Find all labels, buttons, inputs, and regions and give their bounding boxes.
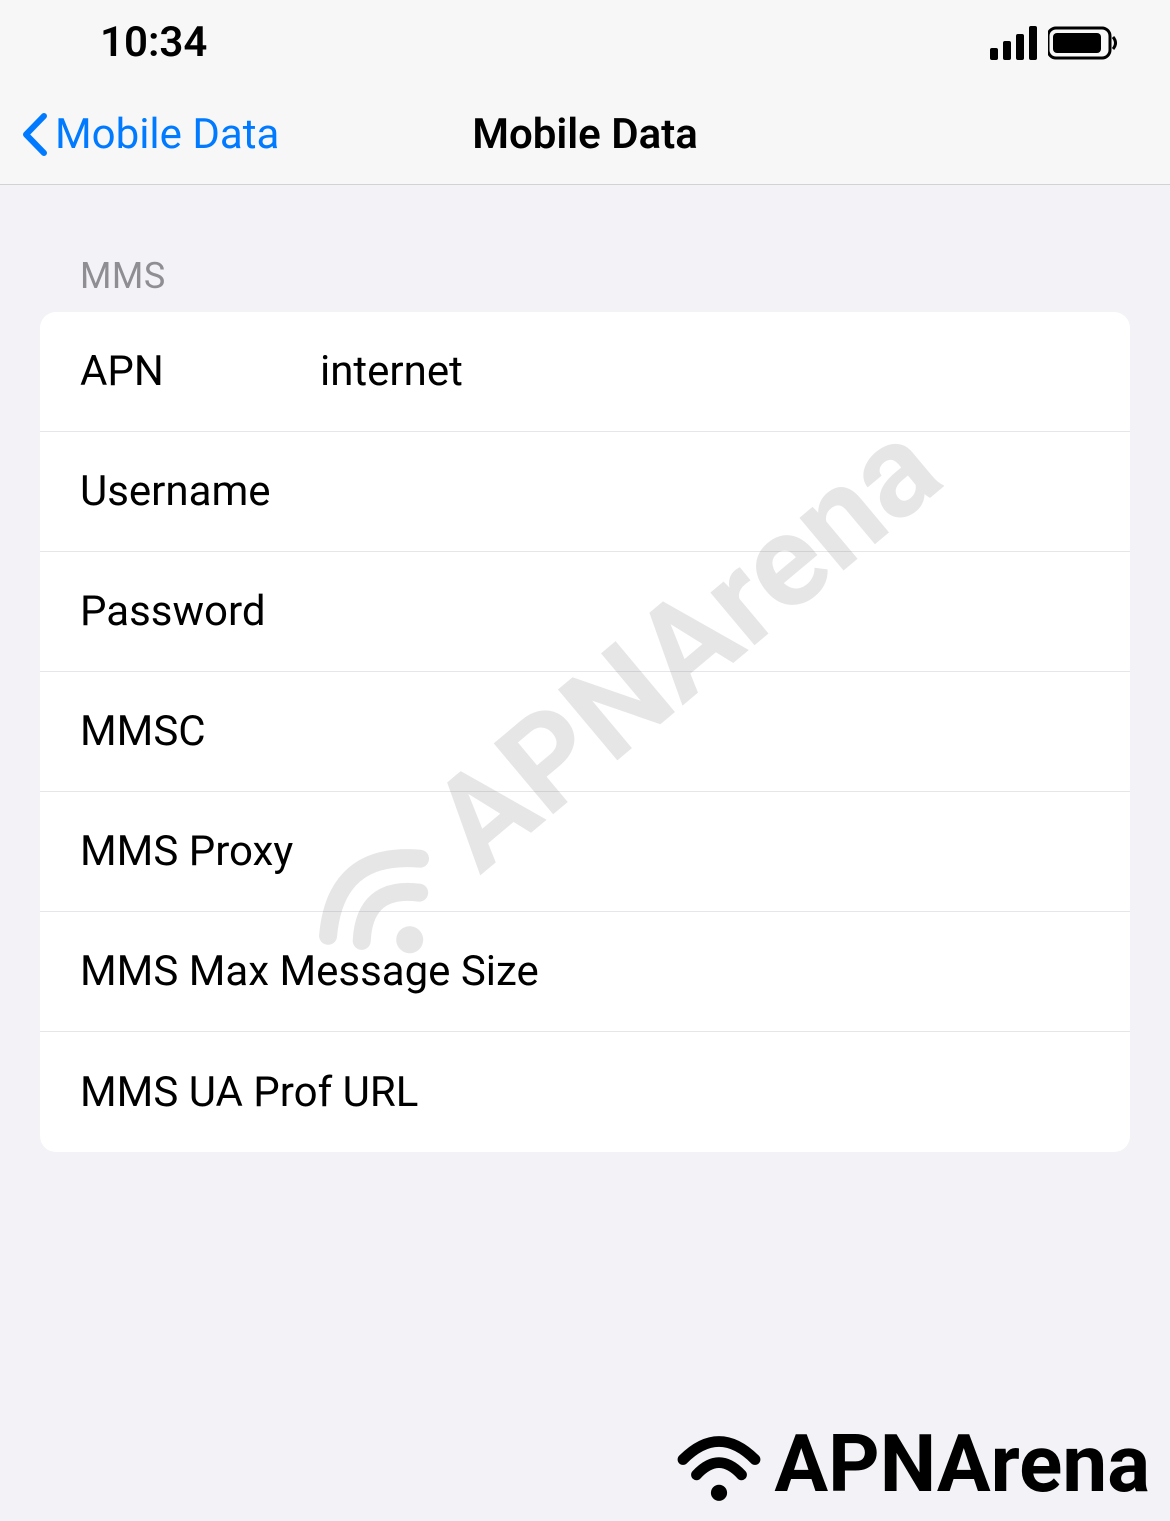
password-input[interactable] [320, 587, 1090, 636]
mmsc-label: MMSC [80, 707, 320, 756]
password-label: Password [80, 587, 320, 636]
navigation-bar: Mobile Data Mobile Data [0, 85, 1170, 185]
status-icons [990, 26, 1120, 60]
chevron-left-icon [20, 112, 50, 157]
mms-ua-prof-row[interactable]: MMS UA Prof URL [40, 1032, 1130, 1152]
apn-row[interactable]: APN [40, 312, 1130, 432]
battery-icon [1048, 26, 1120, 60]
brand-text: APNArena [774, 1417, 1150, 1511]
username-row[interactable]: Username [40, 432, 1130, 552]
back-button[interactable]: Mobile Data [20, 110, 279, 159]
page-title: Mobile Data [472, 110, 698, 159]
username-input[interactable] [320, 467, 1090, 516]
mms-max-size-label: MMS Max Message Size [80, 947, 539, 996]
mmsc-row[interactable]: MMSC [40, 672, 1130, 792]
username-label: Username [80, 467, 320, 516]
mms-max-size-input[interactable] [539, 947, 1090, 996]
brand-logo: APNArena [674, 1417, 1150, 1511]
mms-max-size-row[interactable]: MMS Max Message Size [40, 912, 1130, 1032]
status-time: 10:34 [100, 18, 207, 67]
mms-proxy-row[interactable]: MMS Proxy [40, 792, 1130, 912]
back-label: Mobile Data [55, 110, 279, 159]
content: MMS APN Username Password MMSC MMS Proxy… [0, 185, 1170, 1152]
settings-group-mms: APN Username Password MMSC MMS Proxy MMS… [40, 312, 1130, 1152]
apn-label: APN [80, 347, 320, 396]
mms-proxy-label: MMS Proxy [80, 827, 293, 876]
mms-ua-prof-input[interactable] [418, 1068, 1090, 1117]
apn-input[interactable] [320, 347, 1090, 396]
mms-proxy-input[interactable] [293, 827, 1090, 876]
mmsc-input[interactable] [320, 707, 1090, 756]
password-row[interactable]: Password [40, 552, 1130, 672]
wifi-icon [674, 1419, 764, 1509]
mms-ua-prof-label: MMS UA Prof URL [80, 1068, 418, 1117]
section-header-mms: MMS [40, 255, 1130, 312]
status-bar: 10:34 [0, 0, 1170, 85]
signal-icon [990, 26, 1038, 60]
